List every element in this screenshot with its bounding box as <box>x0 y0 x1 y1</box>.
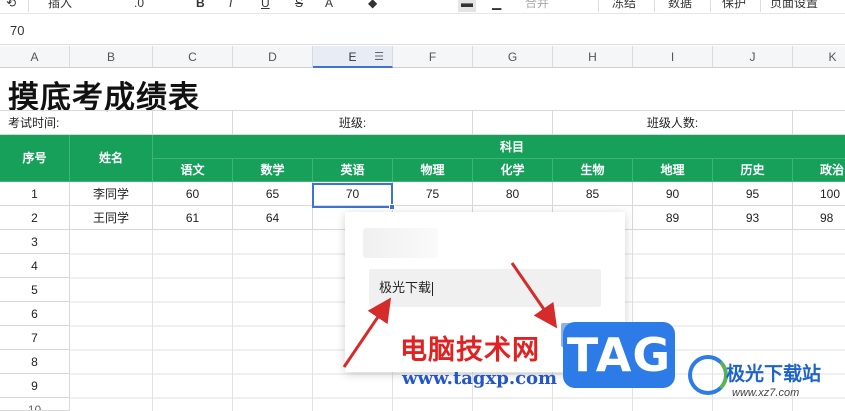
arrow-to-button <box>510 262 558 329</box>
align-middle-icon[interactable]: ▬ <box>458 0 476 12</box>
column-header-e[interactable]: E ☰ <box>313 46 393 68</box>
column-header-d[interactable]: D <box>233 46 313 68</box>
brand-name: 极光下载站 <box>726 364 822 385</box>
formula-value[interactable]: 70 <box>10 23 24 38</box>
brand-url: www.xz7.com <box>732 387 800 399</box>
title-row <box>0 68 845 111</box>
score-cell[interactable]: 75 <box>393 182 473 206</box>
score-cell[interactable]: 80 <box>473 182 553 206</box>
exam-time-cell[interactable]: 考试时间: <box>0 111 153 135</box>
underline-button[interactable]: U <box>261 0 270 12</box>
subject-physics[interactable]: 物理 <box>393 159 473 182</box>
column-header-c[interactable]: C <box>153 46 233 68</box>
column-header-g[interactable]: G <box>473 46 553 68</box>
class-label-cell[interactable]: 班级: <box>233 111 473 135</box>
column-header-i[interactable]: I <box>633 46 713 68</box>
toolbar-divider <box>598 0 599 12</box>
decimal-button[interactable]: .0 <box>134 0 144 12</box>
subject-politics[interactable]: 政治 <box>793 159 845 182</box>
align-top-icon[interactable]: ▔ <box>428 0 437 12</box>
subject-chemistry[interactable]: 化学 <box>473 159 553 182</box>
score-cell[interactable]: 93 <box>713 206 793 230</box>
toolbar-divider <box>760 0 761 12</box>
row-number[interactable]: 5 <box>0 278 70 302</box>
class-count-cell[interactable]: 班级人数: <box>553 111 793 135</box>
class-value[interactable] <box>473 111 553 135</box>
arrow-to-input <box>342 297 392 368</box>
page-setup-button[interactable]: 页面设置 <box>770 0 818 12</box>
watermark-url: www.tagxp.com <box>402 368 558 389</box>
student-name[interactable]: 李同学 <box>70 182 153 206</box>
score-cell[interactable]: 61 <box>153 206 233 230</box>
column-header-j[interactable]: J <box>713 46 793 68</box>
name-header[interactable]: 姓名 <box>70 135 153 182</box>
row-number[interactable]: 7 <box>0 326 70 350</box>
undo-icon[interactable]: ⟲ <box>6 0 16 12</box>
row-number[interactable]: 9 <box>0 374 70 398</box>
italic-button[interactable]: I <box>229 0 232 12</box>
subject-english[interactable]: 英语 <box>313 159 393 182</box>
column-header-f[interactable]: F <box>393 46 473 68</box>
row-number[interactable]: 10 <box>0 398 70 411</box>
subject-header-label: 科目 <box>500 140 525 154</box>
score-cell[interactable]: 89 <box>633 206 713 230</box>
row-number[interactable]: 8 <box>0 350 70 374</box>
subject-biology[interactable]: 生物 <box>553 159 633 182</box>
exam-time-value[interactable] <box>153 111 233 135</box>
fill-handle[interactable] <box>389 204 395 210</box>
score-cell[interactable]: 85 <box>553 182 633 206</box>
column-header-k[interactable]: K <box>793 46 845 68</box>
bold-button[interactable]: B <box>196 0 205 12</box>
watermark-title: 电脑技术网 <box>400 335 540 366</box>
student-name[interactable]: 王同学 <box>70 206 153 230</box>
score-cell[interactable]: 65 <box>233 182 313 206</box>
toolbar: ⟲ 插入 .0 B I U S A ◆ ▔ ▬ ▁ 合并 冻结 数据 保护 页面… <box>0 0 845 14</box>
protect-button[interactable]: 保护 <box>722 0 746 12</box>
column-header-b[interactable]: B <box>70 46 153 68</box>
toolbar-divider <box>654 0 655 12</box>
subject-history[interactable]: 历史 <box>713 159 793 182</box>
score-cell[interactable]: 60 <box>153 182 233 206</box>
data-button[interactable]: 数据 <box>668 0 692 12</box>
fill-color-icon[interactable]: ◆ <box>368 0 377 12</box>
score-cell[interactable]: 64 <box>233 206 313 230</box>
score-cell[interactable]: 90 <box>633 182 713 206</box>
insert-button[interactable]: 插入 <box>48 0 72 12</box>
formula-bar[interactable]: 70 <box>0 15 845 45</box>
column-header-e-label: E <box>348 50 357 64</box>
toolbar-divider <box>710 0 711 12</box>
tag-logo: TAG <box>563 322 675 388</box>
row-number[interactable]: 3 <box>0 230 70 254</box>
row-number[interactable]: 6 <box>0 302 70 326</box>
column-header-h[interactable]: H <box>553 46 633 68</box>
subject-header[interactable]: 科目 <box>153 135 845 159</box>
column-filter-icon[interactable]: ☰ <box>374 46 384 68</box>
subject-chinese[interactable]: 语文 <box>153 159 233 182</box>
selected-cell-outline[interactable] <box>312 183 393 208</box>
class-count-value[interactable] <box>793 111 845 135</box>
score-cell[interactable]: 98 <box>793 206 845 230</box>
toolbar-divider <box>28 0 29 12</box>
brand-logo-icon <box>688 355 728 395</box>
row-seq[interactable]: 1 <box>0 182 70 206</box>
align-bottom-icon[interactable]: ▁ <box>492 0 501 12</box>
score-cell[interactable]: 95 <box>713 182 793 206</box>
seq-header[interactable]: 序号 <box>0 135 70 182</box>
column-header-a[interactable]: A <box>0 46 70 68</box>
subject-math[interactable]: 数学 <box>233 159 313 182</box>
row-number[interactable]: 4 <box>0 254 70 278</box>
merge-button[interactable]: 合并 <box>525 0 549 12</box>
dialog-title-blurred <box>363 228 438 258</box>
row-seq[interactable]: 2 <box>0 206 70 230</box>
freeze-button[interactable]: 冻结 <box>612 0 636 12</box>
strikethrough-button[interactable]: S <box>295 0 303 12</box>
subject-geography[interactable]: 地理 <box>633 159 713 182</box>
score-cell[interactable]: 100 <box>793 182 845 206</box>
font-color-button[interactable]: A <box>325 0 333 12</box>
